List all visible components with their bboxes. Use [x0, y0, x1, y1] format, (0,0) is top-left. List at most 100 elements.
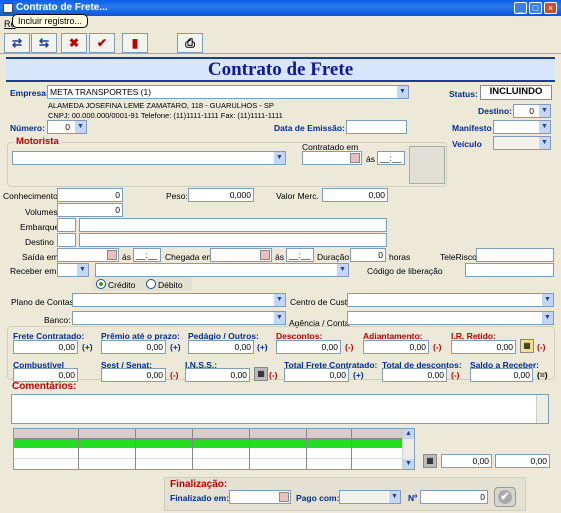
chevron-down-icon: ▼	[74, 121, 86, 133]
total-frete-op: (+)	[353, 370, 364, 380]
telerisco-input[interactable]	[476, 248, 554, 262]
empresa-select[interactable]: META TRANSPORTES (1) ▼	[47, 85, 409, 99]
table-row[interactable]	[14, 448, 402, 459]
motorista-select[interactable]: ▼	[12, 151, 286, 165]
conhecimentos-input[interactable]: 0	[57, 188, 123, 202]
toolbar: ⇄ ⇆ ✖ ✔ ▮ ⎙	[0, 32, 561, 54]
calendar-icon[interactable]	[107, 250, 117, 260]
calendar-icon[interactable]	[350, 153, 360, 163]
receber-label: Receber em	[10, 266, 57, 276]
calendar-icon[interactable]	[279, 492, 289, 502]
destino-label: Destino:	[478, 106, 512, 116]
calculator-icon[interactable]: ▦	[520, 339, 534, 353]
contratado-time-input[interactable]: __:__	[377, 151, 405, 165]
contratado-as-label: ás	[366, 154, 375, 164]
credito-label: Crédito	[108, 280, 136, 290]
saida-date-input[interactable]	[57, 248, 119, 262]
descontos-input[interactable]: 0,00	[276, 340, 341, 354]
maximize-button[interactable]: □	[529, 2, 542, 14]
chegada-time-input[interactable]: __:__	[286, 248, 314, 262]
window-title: Contrato de Frete...	[16, 2, 108, 13]
page-title: Contrato de Frete	[6, 57, 555, 82]
destino-code-input[interactable]	[57, 233, 76, 247]
duracao-input[interactable]: 0	[350, 248, 386, 262]
minimize-button[interactable]: _	[514, 2, 527, 14]
chevron-down-icon: ▼	[538, 137, 550, 149]
comentarios-label: Comentários:	[12, 381, 77, 392]
premio-op: (+)	[170, 342, 181, 352]
receber-account-select[interactable]: ▼	[95, 263, 349, 277]
emissao-input[interactable]	[346, 120, 407, 134]
calendar-icon[interactable]	[260, 250, 270, 260]
delete-button[interactable]: ✖	[61, 33, 87, 53]
valor-merc-input[interactable]: 0,00	[322, 188, 388, 202]
include-button[interactable]: ⇄	[4, 33, 30, 53]
grid-total-b: 0,00	[495, 454, 550, 468]
sest-input[interactable]: 0,00	[101, 368, 166, 382]
app-icon	[3, 3, 13, 13]
status-label: Status:	[449, 89, 478, 99]
chevron-down-icon: ▼	[538, 121, 550, 133]
chevron-down-icon: ▼	[388, 491, 400, 503]
confirm-button[interactable]: ✔	[89, 33, 115, 53]
items-grid[interactable]: ▲ ▼	[13, 428, 415, 470]
comentarios-textarea[interactable]	[11, 394, 549, 424]
saida-time-input[interactable]: __:__	[133, 248, 161, 262]
photo-placeholder	[409, 146, 445, 184]
centro-select[interactable]: ▼	[347, 293, 554, 307]
cod-lib-input[interactable]	[465, 263, 554, 277]
exit-button[interactable]: ▮	[122, 33, 148, 53]
saida-label: Saída em	[22, 252, 59, 262]
embarque-input[interactable]	[79, 218, 387, 232]
manifesto-select[interactable]: ▼	[493, 120, 551, 134]
chevron-down-icon: ▼	[336, 264, 348, 276]
numero-select[interactable]: 0 ▼	[47, 120, 87, 134]
peso-input[interactable]: 0,000	[188, 188, 254, 202]
destino2-label: Destino	[25, 237, 54, 247]
scrollbar[interactable]	[536, 395, 548, 423]
veiculo-select[interactable]: ▼	[493, 136, 551, 150]
combustivel-input[interactable]: 0,00	[13, 368, 78, 382]
cod-lib-label: Código de liberação	[367, 266, 443, 276]
destino-select[interactable]: 0 ▼	[513, 104, 551, 118]
destino-value: 0	[529, 106, 534, 116]
numero-value: 0	[65, 122, 70, 132]
finalizado-date-input[interactable]	[229, 490, 291, 504]
inss-input[interactable]: 0,00	[185, 368, 250, 382]
chevron-down-icon: ▼	[273, 312, 285, 324]
banco-select[interactable]: ▼	[72, 311, 286, 325]
receber-select[interactable]: ▼	[57, 263, 89, 277]
debito-radio[interactable]	[146, 279, 156, 289]
frete-input[interactable]: 0,00	[13, 340, 78, 354]
close-button[interactable]: ×	[544, 2, 557, 14]
swap-button[interactable]: ⇆	[31, 33, 57, 53]
adiantamento-input[interactable]: 0,00	[363, 340, 429, 354]
credito-radio[interactable]	[96, 279, 106, 289]
pedagio-input[interactable]: 0,00	[188, 340, 254, 354]
pedagio-op: (+)	[257, 342, 268, 352]
calculator-icon[interactable]: ▦	[423, 454, 437, 468]
sest-op: (-)	[170, 370, 179, 380]
chegada-date-input[interactable]	[210, 248, 272, 262]
plano-select[interactable]: ▼	[72, 293, 286, 307]
contratado-date-input[interactable]	[302, 151, 362, 165]
embarque-code-input[interactable]	[57, 218, 76, 232]
peso-label: Peso:	[166, 191, 188, 201]
total-desc-input: 0,00	[382, 368, 447, 382]
agencia-select[interactable]: ▼	[347, 311, 554, 325]
n-input[interactable]: 0	[420, 490, 488, 504]
conhecimentos-label: Conhecimentos:	[3, 191, 65, 201]
finalize-button[interactable]: ✔	[494, 487, 516, 507]
pago-select[interactable]: ▼	[339, 490, 401, 504]
ir-input[interactable]: 0,00	[451, 340, 516, 354]
manifesto-label: Manifesto	[452, 123, 492, 133]
descontos-op: (-)	[345, 342, 354, 352]
premio-input[interactable]: 0,00	[101, 340, 166, 354]
table-row[interactable]	[14, 439, 402, 448]
destino-input[interactable]	[79, 233, 387, 247]
print-button[interactable]: ⎙	[177, 33, 203, 53]
volumes-input[interactable]: 0	[57, 203, 123, 217]
empresa-label: Empresa:	[10, 88, 49, 98]
calculator-icon[interactable]: ▦	[254, 367, 268, 381]
grid-scrollbar[interactable]: ▲ ▼	[402, 429, 414, 469]
